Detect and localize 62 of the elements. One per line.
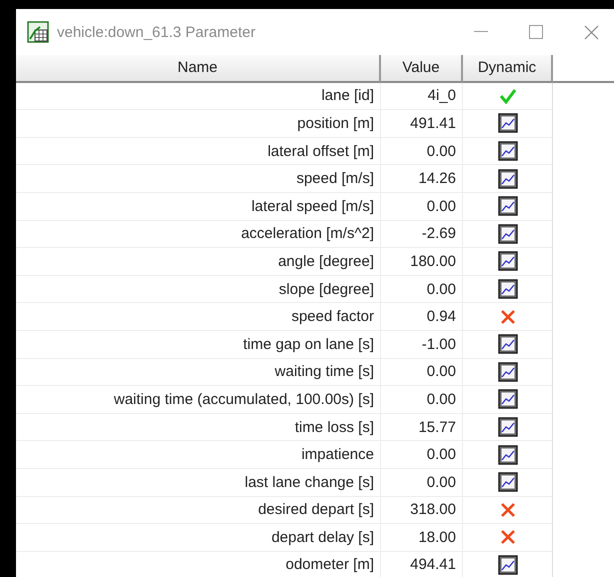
table-cell: 0.00 <box>381 192 463 221</box>
column-header[interactable]: Name <box>16 55 381 83</box>
table-cell: 180.00 <box>381 248 463 276</box>
plot-icon[interactable] <box>498 279 518 300</box>
table-cell: lateral offset [m] <box>16 138 381 166</box>
table-cell: 491.41 <box>381 110 463 138</box>
table-cell: 0.00 <box>381 358 463 386</box>
plot-icon[interactable] <box>498 251 518 272</box>
table-cell: speed factor <box>16 303 381 331</box>
close-icon <box>584 24 598 40</box>
cross-icon <box>500 502 516 518</box>
plot-icon[interactable] <box>498 224 518 244</box>
cross-icon <box>500 308 516 325</box>
minimize-icon <box>474 31 488 33</box>
table-cell: 494.41 <box>381 552 463 577</box>
column-header[interactable]: Dynamic <box>463 55 553 83</box>
table-cell: time gap on lane [s] <box>16 330 381 359</box>
plot-icon[interactable] <box>498 472 518 492</box>
table-cell: waiting time [s] <box>16 358 381 386</box>
table-cell: time loss [s] <box>16 414 381 442</box>
table-cell: 15.77 <box>381 414 463 442</box>
column-header[interactable]: Value <box>381 55 463 83</box>
table-cell: 14.26 <box>381 165 463 193</box>
plot-icon[interactable] <box>498 168 518 189</box>
table-cell: last lane change [s] <box>16 468 381 496</box>
plot-icon[interactable] <box>498 113 518 134</box>
table-cell: 0.00 <box>381 386 463 414</box>
table-cell: 4i_0 <box>381 82 463 110</box>
table-cell: 0.00 <box>381 441 463 469</box>
table-cell: position [m] <box>16 110 381 138</box>
maximize-icon <box>529 25 543 39</box>
plot-icon[interactable] <box>498 196 518 216</box>
table-cell: odometer [m] <box>16 552 381 577</box>
plot-icon[interactable] <box>498 362 518 382</box>
table-cell: waiting time (accumulated, 100.00s) [s] <box>16 386 381 414</box>
table-cell: 0.94 <box>381 303 463 331</box>
table-cell: impatience <box>16 441 381 469</box>
window-title: vehicle:down_61.3 Parameter <box>57 24 256 40</box>
table-cell: depart delay [s] <box>16 524 381 552</box>
table-cell: 18.00 <box>381 524 463 552</box>
checkmark-icon <box>498 88 516 104</box>
table-cell: -1.00 <box>381 330 463 359</box>
table-cell: 0.00 <box>381 468 463 496</box>
table-cell: acceleration [m/s^2] <box>16 220 381 248</box>
table-cell: desired depart [s] <box>16 496 381 524</box>
table-cell: slope [degree] <box>16 276 381 304</box>
cross-icon <box>500 529 516 546</box>
table-cell: 0.00 <box>381 138 463 166</box>
table-cell: lane [id] <box>16 82 381 110</box>
plot-icon[interactable] <box>498 334 518 354</box>
plot-icon[interactable] <box>498 389 518 410</box>
table-cell: speed [m/s] <box>16 165 381 193</box>
plot-icon[interactable] <box>498 417 518 438</box>
table-cell: 318.00 <box>381 496 463 524</box>
table-cell: angle [degree] <box>16 248 381 276</box>
table-cell: 0.00 <box>381 276 463 304</box>
table-cell: -2.69 <box>381 220 463 248</box>
plot-icon[interactable] <box>498 444 518 465</box>
plot-icon[interactable] <box>498 141 518 162</box>
table-cell: lateral speed [m/s] <box>16 192 381 221</box>
table-icon <box>27 21 49 43</box>
plot-icon[interactable] <box>498 554 518 575</box>
